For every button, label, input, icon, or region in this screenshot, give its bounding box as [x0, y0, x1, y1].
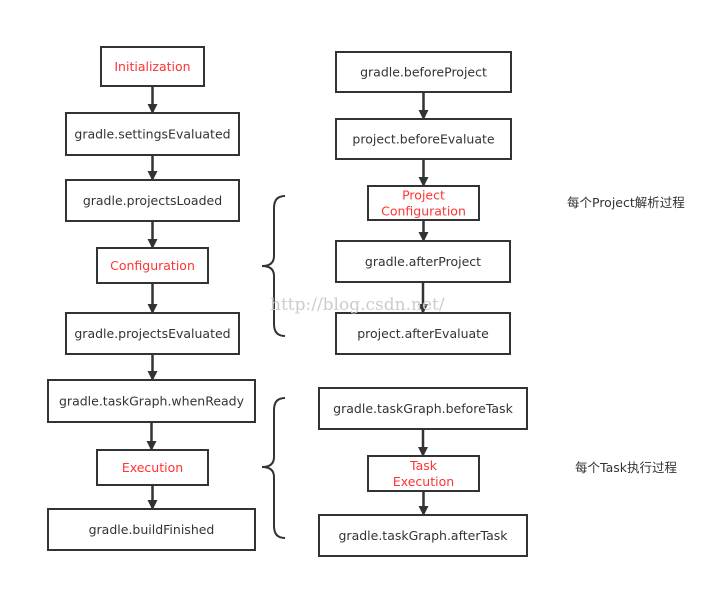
node-label: project.beforeEvaluate [352, 132, 494, 147]
node-label: Initialization [114, 59, 190, 74]
node-taskExec: TaskExecution [367, 455, 480, 492]
node-label: gradle.projectsEvaluated [74, 326, 230, 341]
watermark: http://blog.csdn.net/ [270, 295, 445, 315]
brace-task [261, 397, 286, 539]
node-beforeEvaluate: project.beforeEvaluate [335, 118, 512, 160]
node-label: Execution [122, 460, 183, 475]
node-beforeTask: gradle.taskGraph.beforeTask [318, 387, 528, 430]
node-label: Task [409, 458, 438, 473]
node-label: gradle.buildFinished [89, 522, 215, 537]
node-afterProject: gradle.afterProject [335, 240, 511, 283]
node-label: gradle.taskGraph.beforeTask [333, 401, 513, 416]
note-task: 每个Task执行过程 [575, 460, 677, 475]
note-project: 每个Project解析过程 [567, 195, 685, 210]
node-label: Configuration [381, 204, 466, 219]
node-evaluated: gradle.projectsEvaluated [65, 312, 240, 355]
node-label: gradle.settingsEvaluated [74, 127, 230, 142]
node-label: gradle.beforeProject [360, 65, 487, 80]
node-ready: gradle.taskGraph.whenReady [47, 379, 256, 423]
node-label: gradle.taskGraph.whenReady [59, 394, 245, 409]
node-beforeProject: gradle.beforeProject [335, 51, 512, 93]
node-settings: gradle.settingsEvaluated [65, 112, 240, 156]
gradle-lifecycle-diagram: Initialization gradle.settingsEvaluated gr… [47, 46, 685, 557]
node-label: Execution [393, 474, 454, 489]
node-exec: Execution [96, 449, 209, 486]
node-afterTask: gradle.taskGraph.afterTask [318, 514, 528, 557]
node-afterEvaluate: project.afterEvaluate [335, 312, 511, 355]
node-config: Configuration [96, 247, 209, 284]
node-init: Initialization [100, 46, 205, 87]
node-label: project.afterEvaluate [357, 326, 489, 341]
node-label: Configuration [110, 258, 195, 273]
node-label: gradle.projectsLoaded [83, 193, 222, 208]
node-loaded: gradle.projectsLoaded [65, 179, 240, 222]
node-label: gradle.taskGraph.afterTask [339, 528, 509, 543]
node-projConfig: ProjectConfiguration [367, 185, 480, 221]
node-label: gradle.afterProject [365, 254, 481, 269]
brace-project [261, 195, 286, 337]
node-finished: gradle.buildFinished [47, 508, 256, 551]
node-label: Project [402, 188, 445, 203]
